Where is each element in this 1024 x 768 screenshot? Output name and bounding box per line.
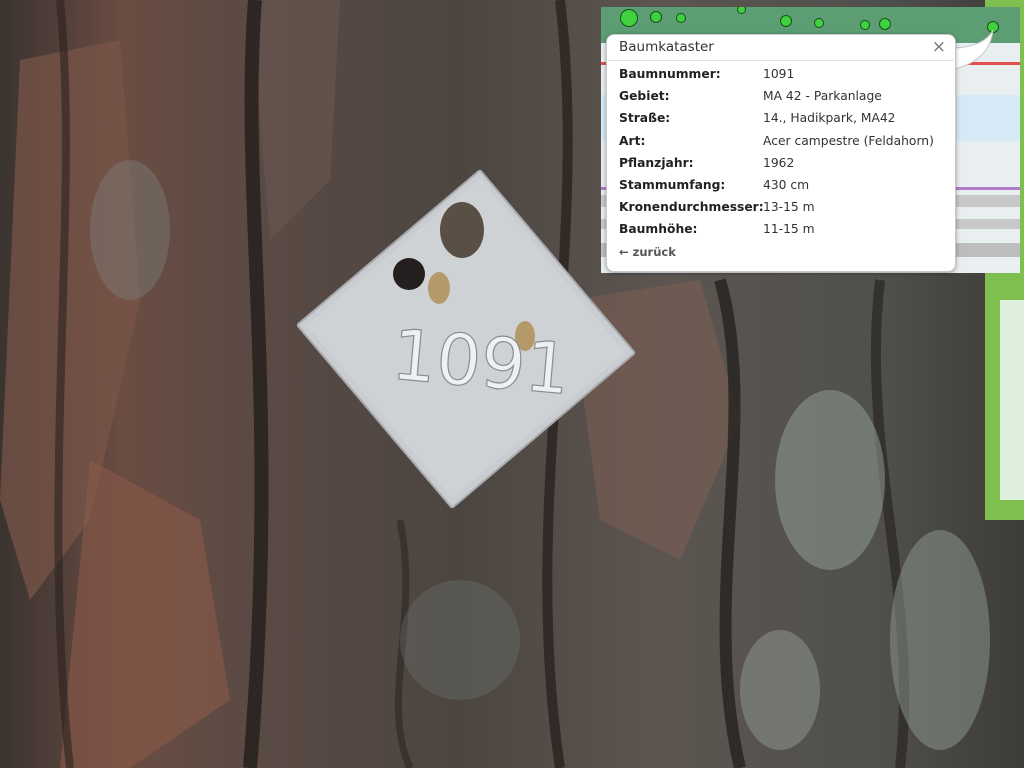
attribute-label: Baumnummer: bbox=[619, 67, 721, 81]
attribute-label: Stammumfang: bbox=[619, 177, 726, 192]
popup-divider bbox=[608, 60, 954, 61]
tree-marker[interactable] bbox=[650, 11, 662, 23]
attribute-row-strasse: Straße: 14., Hadikpark, MA42 bbox=[619, 107, 934, 129]
attribute-row-pflanzjahr: Pflanzjahr: 1962 bbox=[619, 152, 934, 174]
attribute-value: 1091 bbox=[763, 67, 795, 81]
insect bbox=[428, 272, 450, 304]
attribute-value: Acer campestre (Feldahorn) bbox=[763, 133, 934, 148]
attribute-row-art: Art: Acer campestre (Feldahorn) bbox=[619, 130, 934, 152]
nail-hole bbox=[393, 258, 425, 290]
back-link[interactable]: ← zurück bbox=[619, 245, 676, 259]
tree-marker[interactable] bbox=[620, 9, 638, 27]
tree-marker[interactable] bbox=[676, 13, 686, 23]
close-icon[interactable]: × bbox=[932, 37, 946, 57]
attribute-row-baumhoehe: Baumhöhe: 11-15 m bbox=[619, 218, 934, 240]
attribute-label: Kronendurchmesser: bbox=[619, 200, 764, 215]
tree-marker[interactable] bbox=[860, 20, 870, 30]
attribute-label: Baumhöhe: bbox=[619, 222, 698, 237]
attribute-label: Art: bbox=[619, 133, 646, 148]
attribute-row-stammumfang: Stammumfang: 430 cm bbox=[619, 174, 934, 196]
popup-pointer bbox=[951, 29, 994, 71]
tag-number: 1091 bbox=[389, 314, 574, 411]
attribute-value: 1962 bbox=[763, 155, 795, 170]
snail-shell bbox=[440, 202, 484, 258]
attribute-label: Gebiet: bbox=[619, 89, 670, 104]
tree-marker[interactable] bbox=[780, 15, 792, 27]
attribute-value: 430 cm bbox=[763, 177, 810, 192]
lichen bbox=[775, 390, 885, 570]
attribute-row-baumnummer: Baumnummer: 1091 bbox=[619, 63, 934, 85]
popup-title: Baumkataster bbox=[619, 39, 714, 55]
attribute-label: Straße: bbox=[619, 111, 671, 126]
attribute-list: Baumnummer: 1091 Gebiet: MA 42 - Parkanlag… bbox=[619, 63, 934, 241]
attribute-value: 13-15 m bbox=[763, 200, 815, 215]
tree-marker[interactable] bbox=[814, 18, 824, 28]
attribute-value: 11-15 m bbox=[763, 222, 815, 237]
attribute-label: Pflanzjahr: bbox=[619, 155, 694, 170]
tree-info-popup: Baumkataster × Baumnummer: 1091 Gebiet: MA… bbox=[606, 34, 956, 272]
attribute-row-kronendurchmesser: Kronendurchmesser:13-15 m bbox=[619, 196, 934, 218]
attribute-value: 14., Hadikpark, MA42 bbox=[763, 111, 896, 126]
attribute-row-gebiet: Gebiet: MA 42 - Parkanlage bbox=[619, 85, 934, 107]
tree-marker[interactable] bbox=[879, 18, 891, 30]
tree-number-tag: 1091 bbox=[297, 170, 635, 508]
attribute-value: MA 42 - Parkanlage bbox=[763, 89, 882, 104]
